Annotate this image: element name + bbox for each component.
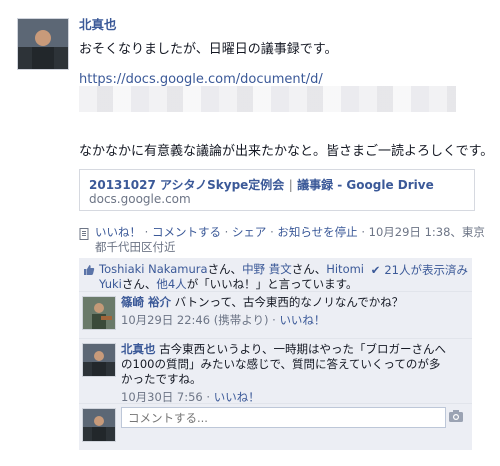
shared-link-title[interactable]: 20131027 アシタノSkype定例会 | 議事録 - Google Dri… (89, 176, 434, 193)
comment-compose (79, 403, 472, 450)
comment-body: 篠崎 裕介 バトンって、古今東西的なノリなんでかね？ 10月29日 22:46 … (121, 295, 404, 327)
commenter-name[interactable]: 篠崎 裕介 (121, 295, 171, 309)
commenter-avatar[interactable] (82, 296, 116, 330)
author-avatar[interactable] (17, 18, 69, 70)
comment: 篠崎 裕介 バトンって、古今東西的なノリなんでかね？ 10月29日 22:46 … (79, 291, 472, 339)
comment-body: 北真也 古今東西というより、一時期はやった「ブロガーさんへの100の質問」みたい… (121, 342, 446, 404)
redacted-url (79, 86, 456, 112)
share-link[interactable]: シェア (232, 225, 267, 239)
feedback-box: Toshiaki Nakamuraさん、中野 貴文さん、Hitomi Yukiさ… (79, 258, 472, 450)
comment-text: バトンって、古今東西的なノリなんでかね？ (174, 295, 404, 309)
comment-like-link[interactable]: いいね！ (214, 390, 260, 404)
comment-link[interactable]: コメントする (152, 225, 221, 239)
post-action-bar: いいね！ · コメントする · シェア · お知らせを停止 · 10月29日 1… (95, 225, 485, 254)
like-link[interactable]: いいね！ (95, 225, 141, 239)
commenter-name[interactable]: 北真也 (121, 342, 156, 356)
comment: 北真也 古今東西というより、一時期はやった「ブロガーさんへの100の質問」みたい… (79, 338, 472, 404)
likers-others[interactable]: 他4人 (156, 277, 186, 291)
check-icon: ✔ (370, 263, 381, 277)
comment-text: 古今東西というより、一時期はやった「ブロガーさんへの100の質問」みたいな感じで… (121, 342, 446, 386)
post-timestamp[interactable]: 10月29日 1:38 (369, 225, 451, 239)
liker-2[interactable]: 中野 貴文 (242, 262, 292, 276)
post-message: なかなかに有意義な議論が出来たかなと。皆さまご一読よろしくです。 (79, 144, 494, 159)
comment-like-link[interactable]: いいね！ (279, 313, 325, 327)
seen-count[interactable]: ✔ 21人が表示済み (371, 262, 468, 278)
comment-timestamp[interactable]: 10月29日 22:46 (携帯より) (121, 313, 268, 327)
likes-text: Toshiaki Nakamuraさん、中野 貴文さん、Hitomi Yukiさ… (99, 262, 365, 291)
likes-summary: Toshiaki Nakamuraさん、中野 貴文さん、Hitomi Yukiさ… (79, 258, 472, 292)
camera-icon[interactable] (448, 409, 464, 423)
thumbs-up-icon (84, 265, 95, 275)
liker-1[interactable]: Toshiaki Nakamura (99, 262, 208, 276)
my-avatar (82, 408, 116, 442)
comment-input[interactable] (121, 407, 446, 428)
author-name[interactable]: 北真也 (79, 14, 117, 33)
document-link[interactable]: https://docs.google.com/document/d/ (79, 72, 323, 87)
shared-link-domain: docs.google.com (89, 192, 191, 206)
shared-link-card[interactable]: 20131027 アシタノSkype定例会 | 議事録 - Google Dri… (79, 169, 475, 211)
stop-notifications-link[interactable]: お知らせを停止 (277, 225, 357, 239)
post-text-line1: おそくなりましたが、日曜日の議事録です。 (79, 42, 338, 57)
comment-timestamp[interactable]: 10月30日 7:56 (121, 390, 203, 404)
commenter-avatar[interactable] (82, 343, 116, 377)
